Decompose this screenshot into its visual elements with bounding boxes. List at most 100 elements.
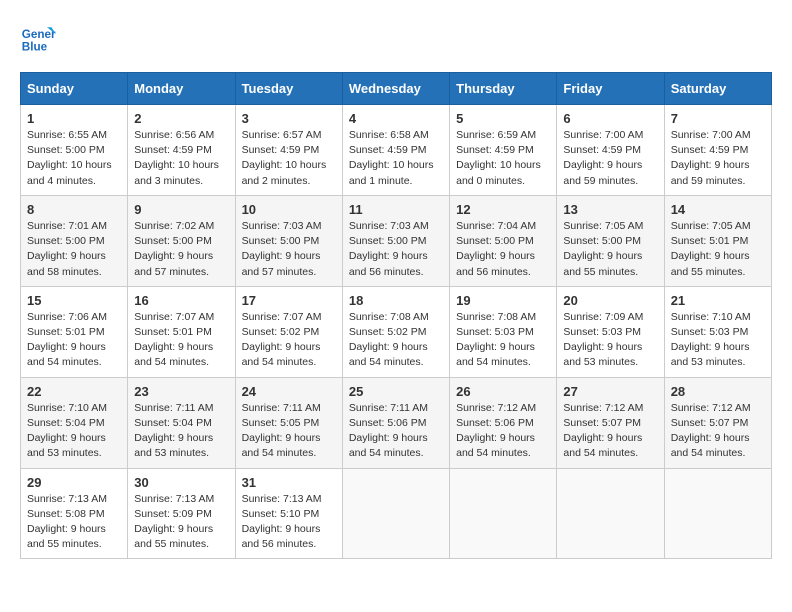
calendar-cell: 8 Sunrise: 7:01 AM Sunset: 5:00 PM Dayli… — [21, 195, 128, 286]
day-detail: Sunrise: 6:58 AM Sunset: 4:59 PM Dayligh… — [349, 128, 443, 189]
sunset-label: Sunset: 5:00 PM — [242, 235, 320, 247]
sunset-label: Sunset: 5:00 PM — [134, 235, 212, 247]
sunset-label: Sunset: 5:01 PM — [27, 326, 105, 338]
sunset-label: Sunset: 5:00 PM — [27, 144, 105, 156]
calendar-cell: 13 Sunrise: 7:05 AM Sunset: 5:00 PM Dayl… — [557, 195, 664, 286]
day-number: 16 — [134, 293, 228, 308]
calendar-cell: 27 Sunrise: 7:12 AM Sunset: 5:07 PM Dayl… — [557, 377, 664, 468]
sunrise-label: Sunrise: 7:04 AM — [456, 220, 536, 232]
sunset-label: Sunset: 5:05 PM — [242, 417, 320, 429]
daylight-label: Daylight: 9 hours and 58 minutes. — [27, 250, 106, 277]
daylight-label: Daylight: 9 hours and 53 minutes. — [563, 341, 642, 368]
sunset-label: Sunset: 5:10 PM — [242, 508, 320, 520]
daylight-label: Daylight: 9 hours and 54 minutes. — [456, 432, 535, 459]
calendar-cell — [450, 468, 557, 559]
day-number: 10 — [242, 202, 336, 217]
svg-text:Blue: Blue — [22, 41, 48, 54]
sunrise-label: Sunrise: 7:13 AM — [242, 493, 322, 505]
daylight-label: Daylight: 9 hours and 54 minutes. — [349, 341, 428, 368]
sunrise-label: Sunrise: 7:11 AM — [349, 402, 428, 414]
daylight-label: Daylight: 9 hours and 55 minutes. — [134, 523, 213, 550]
daylight-label: Daylight: 9 hours and 56 minutes. — [349, 250, 428, 277]
sunset-label: Sunset: 5:08 PM — [27, 508, 105, 520]
day-detail: Sunrise: 7:06 AM Sunset: 5:01 PM Dayligh… — [27, 310, 121, 371]
day-number: 8 — [27, 202, 121, 217]
day-number: 25 — [349, 384, 443, 399]
daylight-label: Daylight: 9 hours and 56 minutes. — [456, 250, 535, 277]
weekday-header-sunday: Sunday — [21, 73, 128, 105]
day-number: 7 — [671, 111, 765, 126]
day-number: 18 — [349, 293, 443, 308]
daylight-label: Daylight: 9 hours and 53 minutes. — [671, 341, 750, 368]
sunrise-label: Sunrise: 7:06 AM — [27, 311, 107, 323]
calendar-cell: 16 Sunrise: 7:07 AM Sunset: 5:01 PM Dayl… — [128, 286, 235, 377]
calendar-cell: 4 Sunrise: 6:58 AM Sunset: 4:59 PM Dayli… — [342, 105, 449, 196]
calendar-cell: 2 Sunrise: 6:56 AM Sunset: 4:59 PM Dayli… — [128, 105, 235, 196]
calendar-cell: 18 Sunrise: 7:08 AM Sunset: 5:02 PM Dayl… — [342, 286, 449, 377]
sunrise-label: Sunrise: 7:11 AM — [134, 402, 213, 414]
sunset-label: Sunset: 5:00 PM — [27, 235, 105, 247]
sunrise-label: Sunrise: 7:07 AM — [242, 311, 322, 323]
daylight-label: Daylight: 9 hours and 55 minutes. — [27, 523, 106, 550]
day-detail: Sunrise: 7:12 AM Sunset: 5:06 PM Dayligh… — [456, 401, 550, 462]
day-detail: Sunrise: 7:13 AM Sunset: 5:08 PM Dayligh… — [27, 492, 121, 553]
sunrise-label: Sunrise: 7:13 AM — [134, 493, 214, 505]
calendar-week-3: 15 Sunrise: 7:06 AM Sunset: 5:01 PM Dayl… — [21, 286, 772, 377]
daylight-label: Daylight: 9 hours and 57 minutes. — [134, 250, 213, 277]
day-number: 30 — [134, 475, 228, 490]
daylight-label: Daylight: 10 hours and 2 minutes. — [242, 159, 327, 186]
day-number: 1 — [27, 111, 121, 126]
sunrise-label: Sunrise: 7:03 AM — [242, 220, 322, 232]
sunrise-label: Sunrise: 7:13 AM — [27, 493, 107, 505]
sunset-label: Sunset: 5:09 PM — [134, 508, 212, 520]
daylight-label: Daylight: 9 hours and 59 minutes. — [563, 159, 642, 186]
calendar-cell: 25 Sunrise: 7:11 AM Sunset: 5:06 PM Dayl… — [342, 377, 449, 468]
logo: General Blue — [20, 20, 60, 56]
daylight-label: Daylight: 10 hours and 3 minutes. — [134, 159, 219, 186]
calendar-cell: 15 Sunrise: 7:06 AM Sunset: 5:01 PM Dayl… — [21, 286, 128, 377]
sunrise-label: Sunrise: 7:11 AM — [242, 402, 321, 414]
weekday-header-wednesday: Wednesday — [342, 73, 449, 105]
day-number: 22 — [27, 384, 121, 399]
calendar-cell: 1 Sunrise: 6:55 AM Sunset: 5:00 PM Dayli… — [21, 105, 128, 196]
sunrise-label: Sunrise: 6:59 AM — [456, 129, 536, 141]
daylight-label: Daylight: 10 hours and 0 minutes. — [456, 159, 541, 186]
calendar-cell: 20 Sunrise: 7:09 AM Sunset: 5:03 PM Dayl… — [557, 286, 664, 377]
day-number: 27 — [563, 384, 657, 399]
day-number: 24 — [242, 384, 336, 399]
calendar-cell — [342, 468, 449, 559]
calendar-cell: 3 Sunrise: 6:57 AM Sunset: 4:59 PM Dayli… — [235, 105, 342, 196]
daylight-label: Daylight: 9 hours and 54 minutes. — [27, 341, 106, 368]
sunrise-label: Sunrise: 6:58 AM — [349, 129, 429, 141]
sunset-label: Sunset: 4:59 PM — [456, 144, 534, 156]
calendar-cell: 31 Sunrise: 7:13 AM Sunset: 5:10 PM Dayl… — [235, 468, 342, 559]
logo-icon: General Blue — [20, 20, 56, 56]
sunrise-label: Sunrise: 7:08 AM — [456, 311, 536, 323]
day-detail: Sunrise: 7:00 AM Sunset: 4:59 PM Dayligh… — [671, 128, 765, 189]
daylight-label: Daylight: 9 hours and 57 minutes. — [242, 250, 321, 277]
sunset-label: Sunset: 5:01 PM — [671, 235, 749, 247]
calendar-cell: 29 Sunrise: 7:13 AM Sunset: 5:08 PM Dayl… — [21, 468, 128, 559]
calendar-cell: 23 Sunrise: 7:11 AM Sunset: 5:04 PM Dayl… — [128, 377, 235, 468]
weekday-header-tuesday: Tuesday — [235, 73, 342, 105]
calendar-cell — [664, 468, 771, 559]
daylight-label: Daylight: 9 hours and 53 minutes. — [134, 432, 213, 459]
sunset-label: Sunset: 4:59 PM — [134, 144, 212, 156]
sunrise-label: Sunrise: 7:08 AM — [349, 311, 429, 323]
day-detail: Sunrise: 7:08 AM Sunset: 5:03 PM Dayligh… — [456, 310, 550, 371]
daylight-label: Daylight: 9 hours and 54 minutes. — [563, 432, 642, 459]
sunrise-label: Sunrise: 7:05 AM — [563, 220, 643, 232]
day-detail: Sunrise: 7:11 AM Sunset: 5:05 PM Dayligh… — [242, 401, 336, 462]
sunset-label: Sunset: 5:07 PM — [671, 417, 749, 429]
calendar-cell: 9 Sunrise: 7:02 AM Sunset: 5:00 PM Dayli… — [128, 195, 235, 286]
day-detail: Sunrise: 7:11 AM Sunset: 5:06 PM Dayligh… — [349, 401, 443, 462]
day-number: 28 — [671, 384, 765, 399]
calendar-header: SundayMondayTuesdayWednesdayThursdayFrid… — [21, 73, 772, 105]
sunrise-label: Sunrise: 7:07 AM — [134, 311, 214, 323]
day-detail: Sunrise: 7:00 AM Sunset: 4:59 PM Dayligh… — [563, 128, 657, 189]
sunset-label: Sunset: 5:03 PM — [563, 326, 641, 338]
daylight-label: Daylight: 10 hours and 1 minute. — [349, 159, 434, 186]
calendar-cell: 17 Sunrise: 7:07 AM Sunset: 5:02 PM Dayl… — [235, 286, 342, 377]
daylight-label: Daylight: 9 hours and 54 minutes. — [456, 341, 535, 368]
daylight-label: Daylight: 9 hours and 54 minutes. — [242, 432, 321, 459]
